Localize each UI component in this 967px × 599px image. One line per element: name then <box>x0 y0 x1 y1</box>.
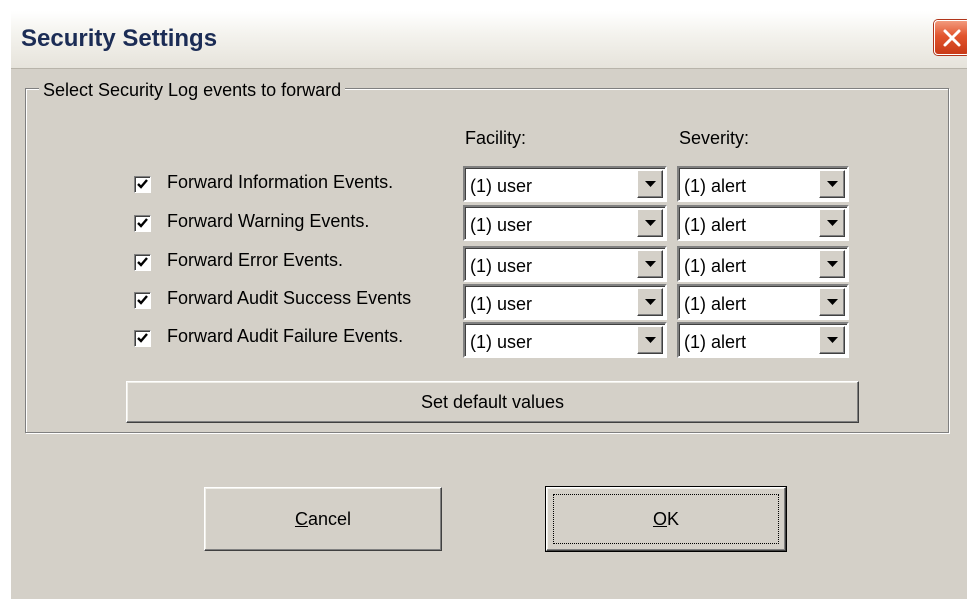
severity-dropdown-button[interactable] <box>819 209 845 237</box>
label-audit-success: Forward Audit Success Events <box>167 288 412 308</box>
checkmark-icon <box>137 179 148 189</box>
chevron-down-icon <box>645 261 656 267</box>
facility-select-audit-failure[interactable]: (1) user <box>463 322 667 358</box>
cancel-mnemonic: C <box>294 509 308 529</box>
severity-value: (1) alert <box>684 256 747 276</box>
group-legend: Select Security Log events to forward <box>39 80 346 101</box>
checkbox-error[interactable] <box>134 254 151 271</box>
chevron-down-icon <box>645 299 656 305</box>
severity-header: Severity: <box>679 128 750 148</box>
chevron-down-icon <box>645 181 656 187</box>
severity-value: (1) alert <box>684 294 747 314</box>
facility-dropdown-button[interactable] <box>637 209 663 237</box>
severity-value: (1) alert <box>684 215 747 235</box>
checkmark-icon <box>137 333 148 343</box>
facility-value: (1) user <box>470 215 533 235</box>
title-bar[interactable]: Security Settings <box>11 11 967 69</box>
label-warning: Forward Warning Events. <box>167 211 370 231</box>
chevron-down-icon <box>827 181 838 187</box>
facility-select-error[interactable]: (1) user <box>463 246 667 282</box>
cancel-button[interactable]: Cancel <box>204 487 442 551</box>
severity-select-audit-failure[interactable]: (1) alert <box>677 322 849 358</box>
chevron-down-icon <box>645 337 656 343</box>
window-title: Security Settings <box>21 25 218 52</box>
severity-dropdown-button[interactable] <box>819 288 845 316</box>
severity-select-information[interactable]: (1) alert <box>677 166 849 202</box>
chevron-down-icon <box>645 220 656 226</box>
facility-value: (1) user <box>470 332 533 352</box>
severity-select-warning[interactable]: (1) alert <box>677 205 849 241</box>
cancel-label: ancel <box>307 509 352 529</box>
facility-dropdown-button[interactable] <box>637 326 663 354</box>
severity-select-audit-success[interactable]: (1) alert <box>677 284 849 320</box>
checkmark-icon <box>137 218 148 228</box>
facility-value: (1) user <box>470 176 533 196</box>
checkmark-icon <box>137 295 148 305</box>
facility-select-information[interactable]: (1) user <box>463 166 667 202</box>
ok-button[interactable]: OK <box>545 486 787 552</box>
checkbox-warning[interactable] <box>134 215 151 232</box>
severity-dropdown-button[interactable] <box>819 250 845 278</box>
facility-dropdown-button[interactable] <box>637 170 663 198</box>
severity-dropdown-button[interactable] <box>819 170 845 198</box>
focus-indicator <box>553 494 779 544</box>
label-information: Forward Information Events. <box>167 172 394 192</box>
label-audit-failure: Forward Audit Failure Events. <box>167 326 404 346</box>
facility-value: (1) user <box>470 256 533 276</box>
facility-value: (1) user <box>470 294 533 314</box>
chevron-down-icon <box>827 337 838 343</box>
facility-dropdown-button[interactable] <box>637 288 663 316</box>
facility-select-warning[interactable]: (1) user <box>463 205 667 241</box>
severity-value: (1) alert <box>684 332 747 352</box>
facility-header: Facility: <box>465 128 527 148</box>
set-default-values-button[interactable]: Set default values <box>126 381 859 423</box>
label-error: Forward Error Events. <box>167 250 344 270</box>
chevron-down-icon <box>827 220 838 226</box>
close-button[interactable] <box>934 20 967 55</box>
facility-dropdown-button[interactable] <box>637 250 663 278</box>
chevron-down-icon <box>827 261 838 267</box>
checkbox-information[interactable] <box>134 176 151 193</box>
checkbox-audit-success[interactable] <box>134 292 151 309</box>
checkbox-audit-failure[interactable] <box>134 330 151 347</box>
close-icon <box>943 29 961 47</box>
severity-dropdown-button[interactable] <box>819 326 845 354</box>
checkmark-icon <box>137 257 148 267</box>
severity-select-error[interactable]: (1) alert <box>677 246 849 282</box>
chevron-down-icon <box>827 299 838 305</box>
facility-select-audit-success[interactable]: (1) user <box>463 284 667 320</box>
set-default-values-label: Set default values <box>420 392 565 412</box>
severity-value: (1) alert <box>684 176 747 196</box>
